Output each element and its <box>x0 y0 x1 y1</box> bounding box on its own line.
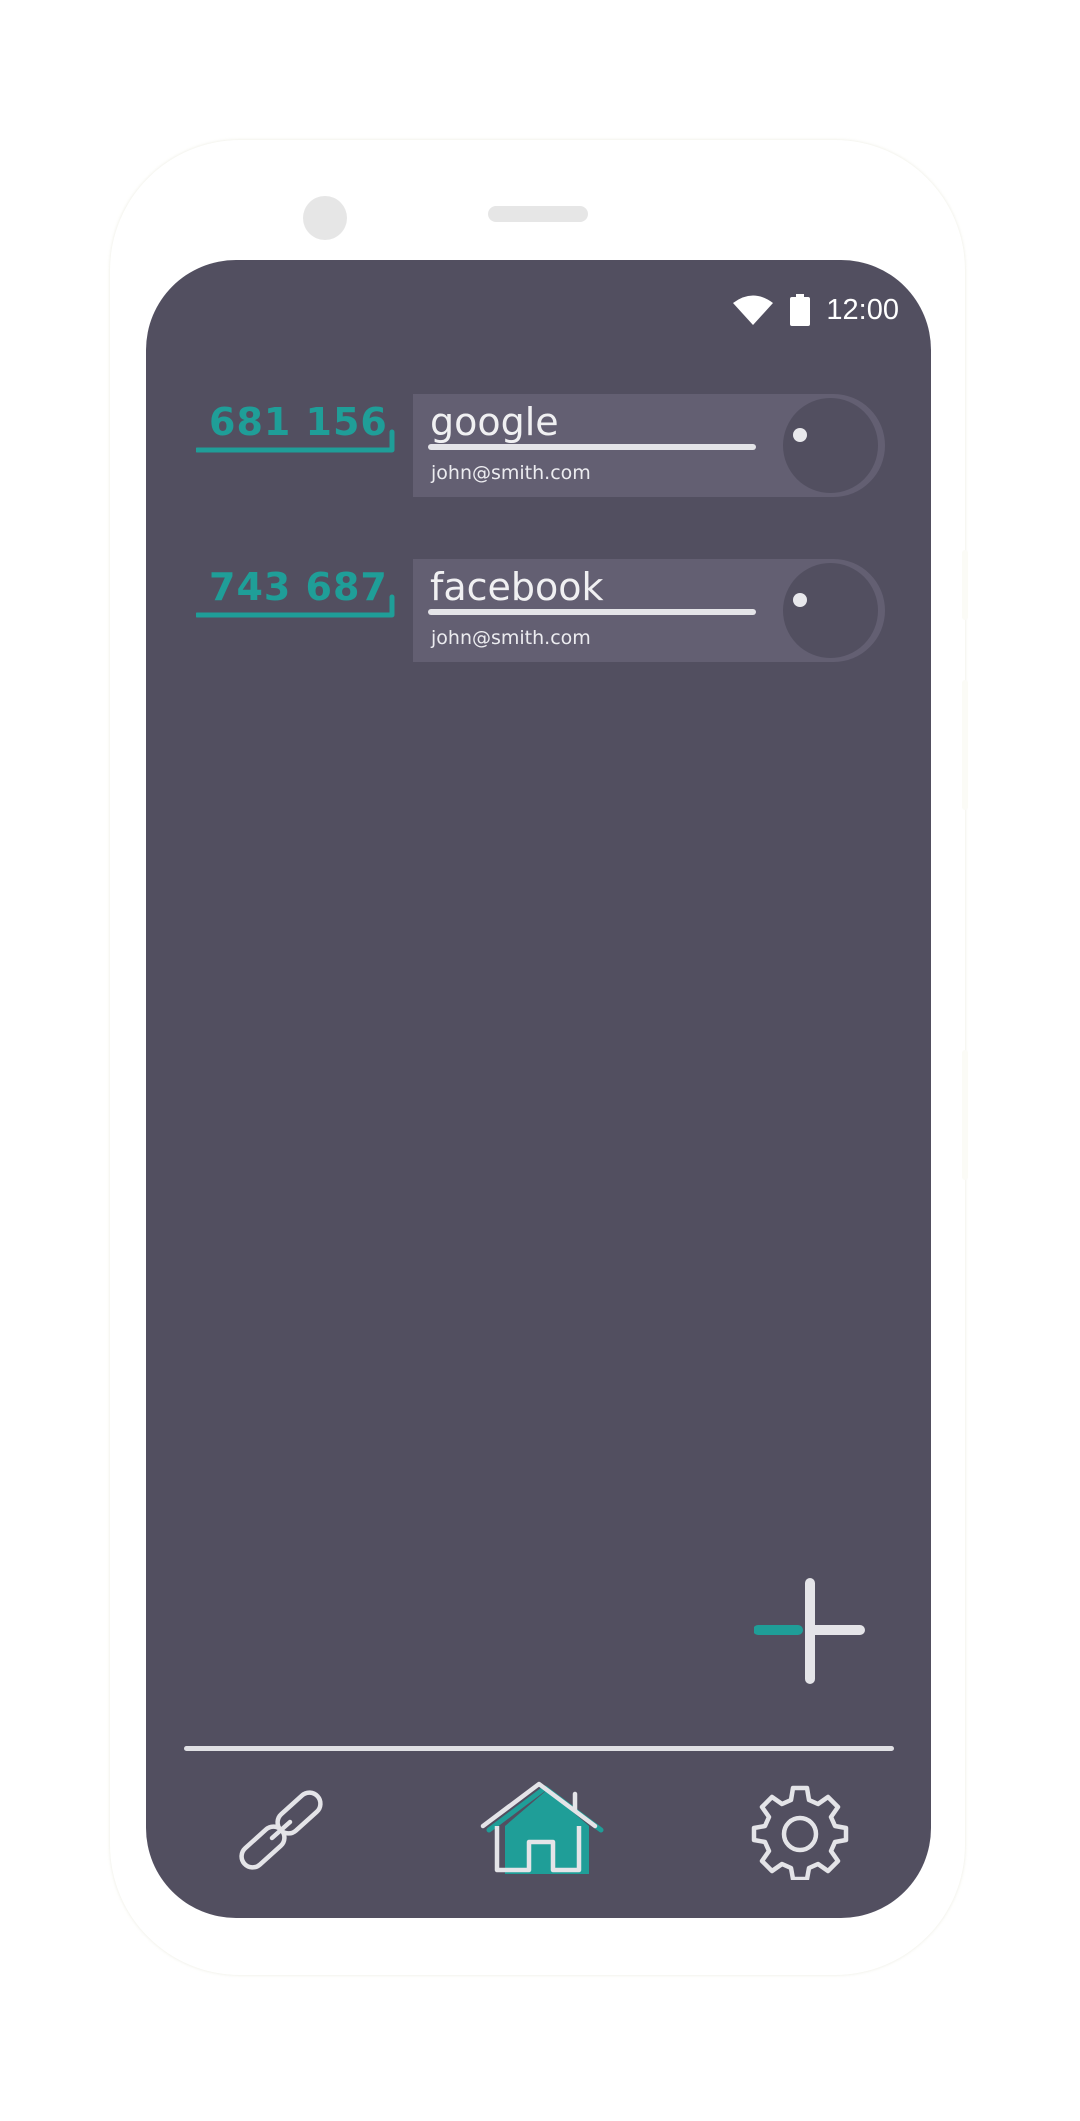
account-card[interactable]: facebook john@smith.com <box>413 559 885 662</box>
account-email: john@smith.com <box>431 462 591 484</box>
wifi-icon <box>733 295 774 325</box>
side-button <box>962 1050 968 1180</box>
home-icon[interactable] <box>479 1780 604 1880</box>
side-button <box>962 680 968 810</box>
timer-dot <box>793 593 807 607</box>
account-entry[interactable]: 681 156 google john@smith.com <box>146 394 931 504</box>
app-screen: 12:00 681 156 google john@smith.com 743 … <box>146 260 931 1918</box>
link-icon[interactable] <box>234 1780 324 1880</box>
front-camera <box>303 196 347 240</box>
status-bar: 12:00 <box>732 280 899 340</box>
gear-icon[interactable] <box>750 1780 850 1880</box>
countdown-timer <box>783 563 878 658</box>
status-time: 12:00 <box>826 293 899 326</box>
nav-divider <box>184 1746 894 1751</box>
side-button <box>962 550 968 620</box>
bottom-nav <box>146 1780 931 1900</box>
account-card[interactable]: google john@smith.com <box>413 394 885 497</box>
account-email: john@smith.com <box>431 627 591 649</box>
account-entry[interactable]: 743 687 facebook john@smith.com <box>146 559 931 669</box>
code-underline <box>196 429 395 453</box>
add-account-button[interactable] <box>754 1578 866 1684</box>
service-name: google <box>430 400 559 444</box>
name-underline <box>428 609 756 615</box>
name-underline <box>428 444 756 450</box>
service-name: facebook <box>430 565 604 609</box>
countdown-timer <box>783 398 878 493</box>
timer-dot <box>793 428 807 442</box>
otp-code-box[interactable]: 743 687 <box>196 559 396 624</box>
battery-icon <box>790 294 811 326</box>
earpiece-speaker <box>488 206 588 222</box>
otp-code-box[interactable]: 681 156 <box>196 394 396 459</box>
code-underline <box>196 594 395 618</box>
